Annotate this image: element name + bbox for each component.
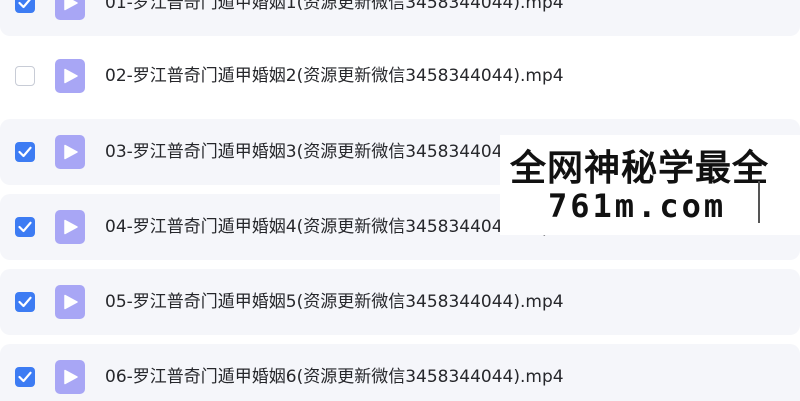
check-icon bbox=[18, 221, 32, 233]
file-name[interactable]: 03-罗江普奇门遁甲婚姻3(资源更新微信3458344044).mp4 bbox=[105, 141, 564, 163]
row-checkbox[interactable] bbox=[15, 0, 35, 13]
file-name[interactable]: 02-罗江普奇门遁甲婚姻2(资源更新微信3458344044).mp4 bbox=[105, 65, 564, 87]
video-play-icon bbox=[64, 0, 78, 11]
row-checkbox[interactable] bbox=[15, 66, 35, 86]
file-row[interactable]: 05-罗江普奇门遁甲婚姻5(资源更新微信3458344044).mp4 bbox=[0, 269, 800, 335]
file-name[interactable]: 06-罗江普奇门遁甲婚姻6(资源更新微信3458344044).mp4 bbox=[105, 366, 564, 388]
video-play-icon bbox=[64, 144, 78, 160]
file-name[interactable]: 04-罗江普奇门遁甲婚姻4(资源更新微信3458344044).mp4 bbox=[105, 216, 564, 238]
video-file-icon bbox=[55, 210, 85, 244]
check-icon bbox=[18, 146, 32, 158]
check-icon bbox=[18, 296, 32, 308]
video-file-icon bbox=[55, 135, 85, 169]
file-row[interactable]: 01-罗江普奇门遁甲婚姻1(资源更新微信3458344044).mp4 bbox=[0, 0, 800, 36]
video-play-icon bbox=[64, 369, 78, 385]
check-icon bbox=[18, 371, 32, 383]
row-checkbox[interactable] bbox=[15, 292, 35, 312]
video-play-icon bbox=[64, 68, 78, 84]
video-file-icon bbox=[55, 59, 85, 93]
file-name[interactable]: 01-罗江普奇门遁甲婚姻1(资源更新微信3458344044).mp4 bbox=[105, 0, 564, 14]
watermark-text: 全网神秘学最全 bbox=[510, 148, 770, 189]
row-checkbox[interactable] bbox=[15, 142, 35, 162]
file-list: 01-罗江普奇门遁甲婚姻1(资源更新微信3458344044).mp4 02-罗… bbox=[0, 0, 800, 401]
check-icon bbox=[18, 0, 31, 9]
file-name[interactable]: 05-罗江普奇门遁甲婚姻5(资源更新微信3458344044).mp4 bbox=[105, 291, 564, 313]
file-row[interactable]: 06-罗江普奇门遁甲婚姻6(资源更新微信3458344044).mp4 bbox=[0, 344, 800, 401]
row-checkbox[interactable] bbox=[15, 367, 35, 387]
video-play-icon bbox=[64, 294, 78, 310]
watermark-overlay: 全网神秘学最全 761m.com bbox=[500, 135, 800, 235]
watermark-url: 761m.com bbox=[548, 187, 727, 225]
video-file-icon bbox=[55, 285, 85, 319]
watermark-divider bbox=[758, 181, 760, 223]
row-checkbox[interactable] bbox=[15, 217, 35, 237]
video-play-icon bbox=[64, 219, 78, 235]
video-file-icon bbox=[55, 360, 85, 394]
file-row[interactable]: 02-罗江普奇门遁甲婚姻2(资源更新微信3458344044).mp4 bbox=[0, 43, 800, 109]
video-file-icon bbox=[55, 0, 85, 20]
